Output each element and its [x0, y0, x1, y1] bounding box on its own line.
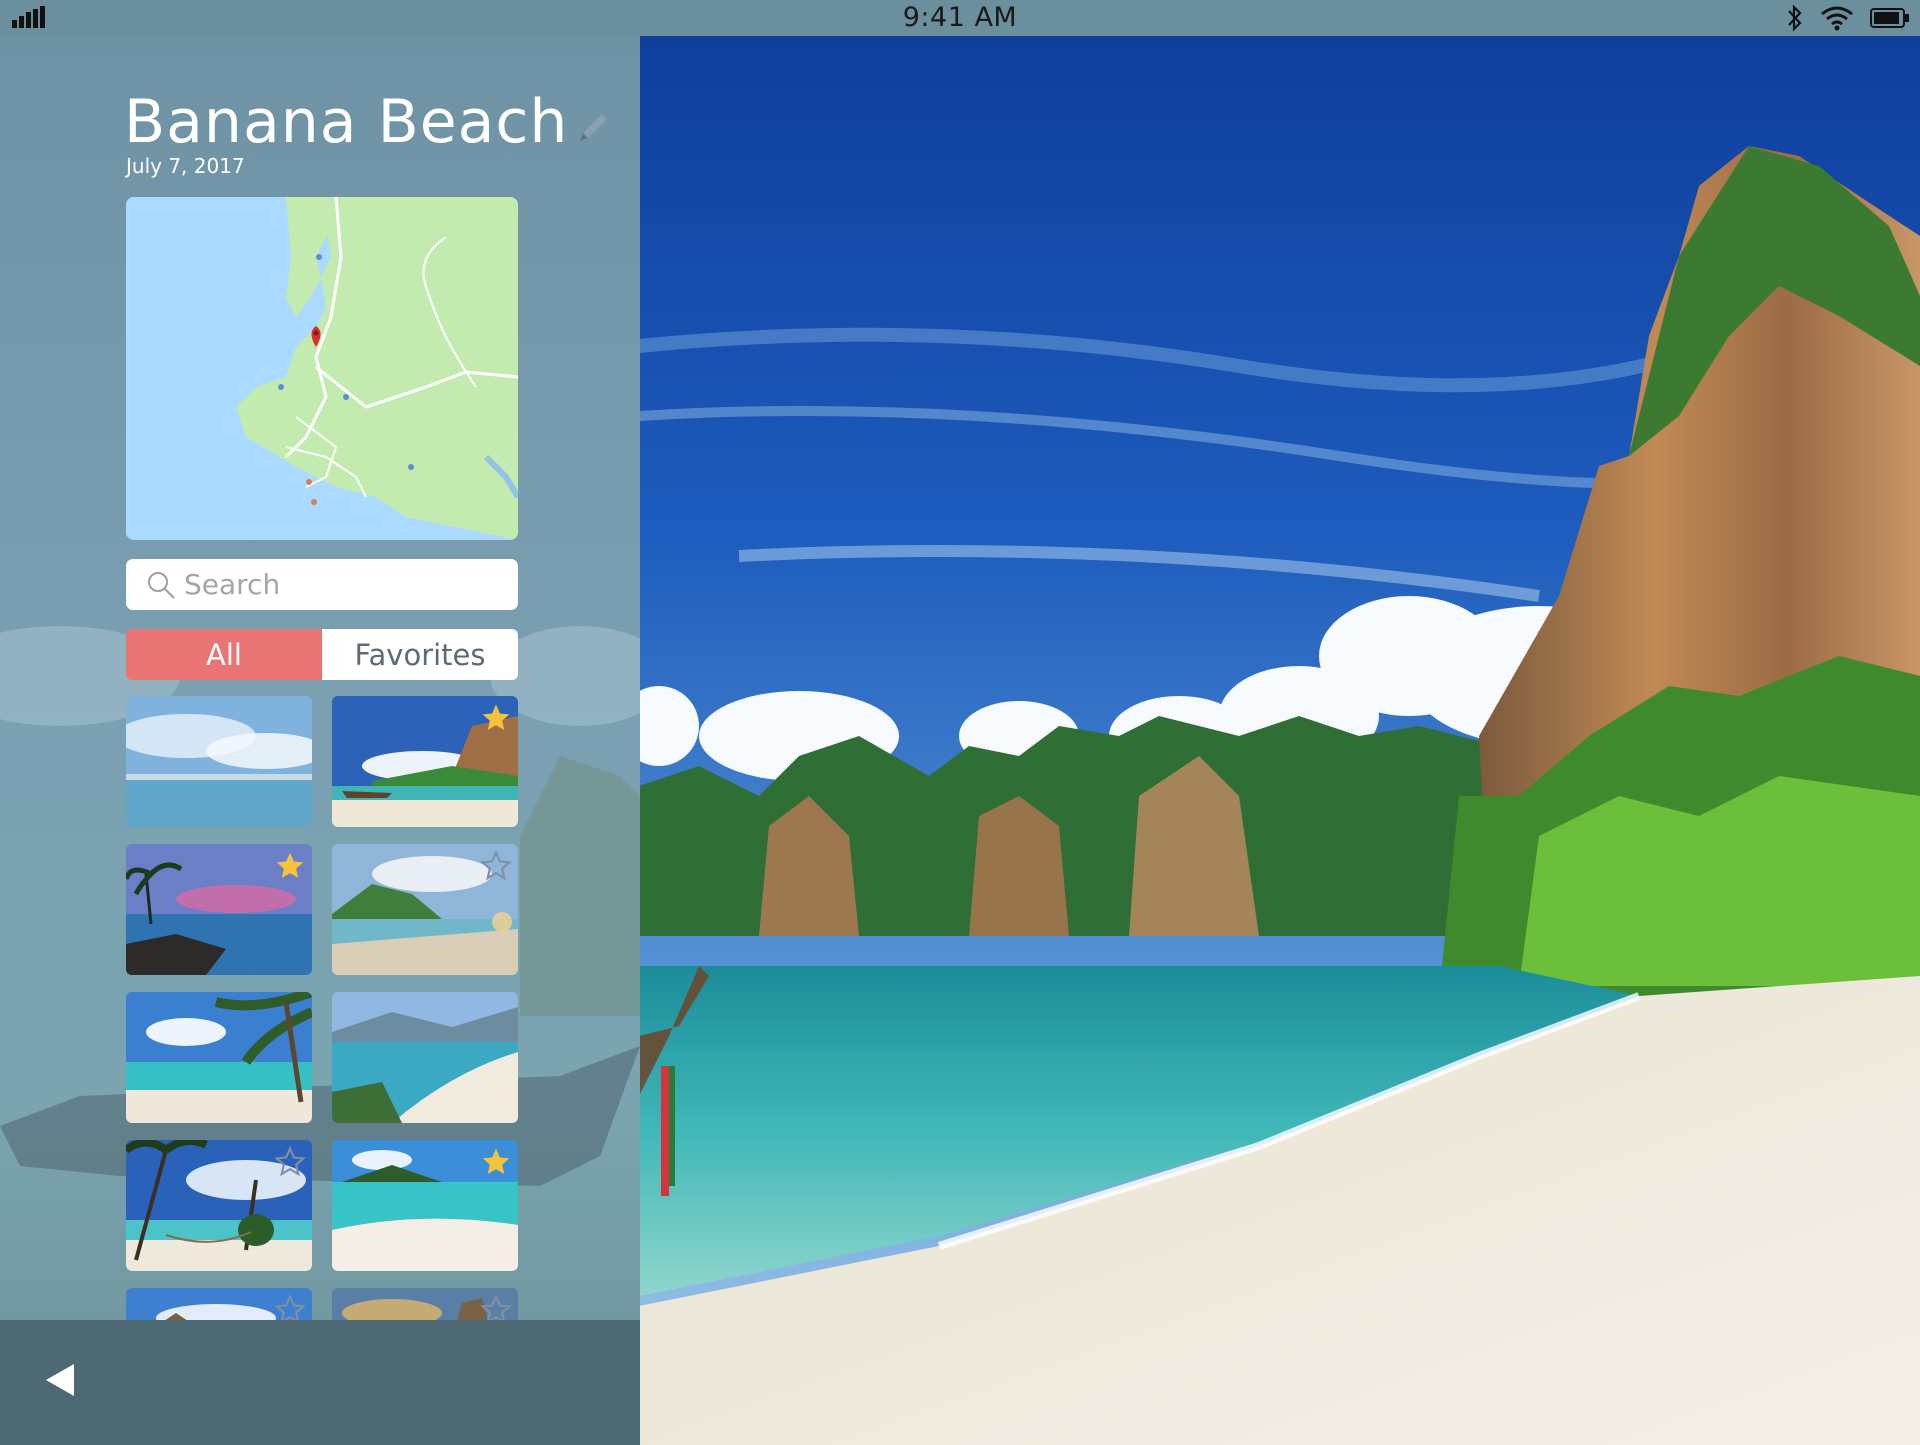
star-outline-icon[interactable]	[274, 1294, 306, 1320]
back-arrow-icon[interactable]	[40, 1356, 80, 1404]
tab-all[interactable]: All	[126, 629, 322, 680]
photo-thumbnail[interactable]	[126, 1288, 312, 1320]
location-map[interactable]	[126, 197, 518, 540]
search-input[interactable]	[184, 568, 504, 601]
star-filled-icon[interactable]	[274, 850, 306, 882]
search-icon	[148, 571, 175, 599]
screen: 9:41 AM Banana Beach July 7, 2017 Search…	[0, 0, 1920, 1445]
bottom-toolbar	[0, 1320, 640, 1445]
battery-icon	[1870, 8, 1909, 28]
photo-thumbnail[interactable]	[332, 844, 518, 975]
title-row: Banana Beach	[124, 88, 610, 157]
status-bar: 9:41 AM	[0, 0, 1920, 36]
search-box[interactable]	[126, 559, 518, 610]
status-time: 9:41 AM	[902, 2, 1018, 33]
pencil-edit-icon[interactable]	[576, 111, 610, 145]
bluetooth-icon	[1788, 4, 1802, 32]
filter-segmented-control: All Favorites	[126, 629, 518, 680]
sidebar: Banana Beach July 7, 2017 Search All Fav…	[0, 36, 640, 1445]
photo-thumbnail[interactable]	[332, 696, 518, 827]
photo-thumbnail[interactable]	[332, 992, 518, 1123]
photo-grid	[126, 696, 518, 1320]
hero-photo	[639, 36, 1920, 1445]
star-outline-icon[interactable]	[480, 850, 512, 882]
photo-thumbnail[interactable]	[332, 1288, 518, 1320]
star-outline-icon[interactable]	[274, 1146, 306, 1178]
wifi-icon	[1821, 6, 1853, 31]
star-outline-icon[interactable]	[480, 1294, 512, 1320]
photo-thumbnail[interactable]	[126, 1140, 312, 1271]
photo-thumbnail[interactable]	[332, 1140, 518, 1271]
photo-thumbnail[interactable]	[126, 992, 312, 1123]
star-filled-icon[interactable]	[480, 1146, 512, 1178]
tab-favorites[interactable]: Favorites	[322, 629, 518, 680]
photo-thumbnail[interactable]	[126, 696, 312, 827]
place-title: Banana Beach	[124, 87, 569, 157]
place-date: July 7, 2017	[126, 154, 245, 178]
photo-thumbnail[interactable]	[126, 844, 312, 975]
star-filled-icon[interactable]	[480, 702, 512, 734]
